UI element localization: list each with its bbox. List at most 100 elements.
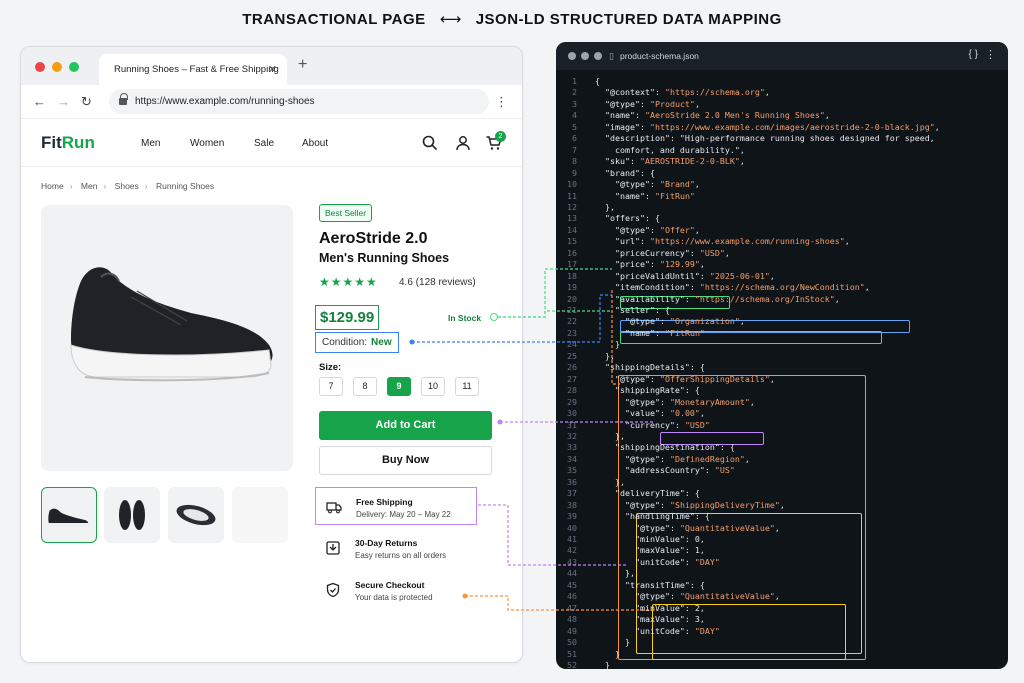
code-line: "offers": { bbox=[605, 213, 660, 224]
product-image[interactable] bbox=[41, 205, 293, 471]
code-line: }, bbox=[595, 568, 635, 579]
line-number: 24 bbox=[567, 339, 577, 350]
size-option[interactable]: 10 bbox=[421, 377, 445, 396]
breadcrumb: Home › Men › Shoes › Running Shoes bbox=[41, 181, 215, 191]
code-line: }, bbox=[595, 430, 625, 441]
code-line: "@type": "QuantitativeValue", bbox=[634, 591, 780, 602]
thumbnail-sole[interactable] bbox=[168, 487, 224, 543]
condition-value: New bbox=[371, 337, 392, 348]
line-number: 27 bbox=[567, 373, 577, 384]
line-number: 32 bbox=[567, 430, 577, 441]
forward-icon[interactable]: → bbox=[57, 94, 70, 109]
editor-dot[interactable] bbox=[568, 52, 576, 60]
code-line: } bbox=[595, 339, 620, 350]
heading-left: TRANSACTIONAL PAGE bbox=[242, 11, 426, 28]
line-number: 33 bbox=[567, 442, 577, 453]
line-number: 5 bbox=[572, 121, 577, 132]
maximize-window-dot[interactable] bbox=[69, 62, 79, 72]
shoe-side-image bbox=[70, 267, 273, 382]
more-menu-icon[interactable]: ⋮ bbox=[495, 94, 508, 110]
editor-menu-icon[interactable]: ⋮ bbox=[985, 48, 996, 61]
code-line: "@type": "DefinedRegion", bbox=[624, 453, 750, 464]
add-to-cart-button[interactable]: Add to Cart bbox=[319, 411, 492, 440]
code-line: "maxValue": 3, bbox=[634, 614, 705, 625]
thumbnail-side[interactable] bbox=[41, 487, 97, 543]
code-line: }, bbox=[595, 201, 615, 212]
site-logo[interactable]: FitRun bbox=[41, 133, 95, 153]
thumbnail-top[interactable] bbox=[104, 487, 160, 543]
thumbnail-empty[interactable] bbox=[232, 487, 288, 543]
nav-men[interactable]: Men bbox=[141, 138, 160, 149]
feature-free-shipping: Free Shipping Delivery: May 20 – May 22 bbox=[315, 487, 477, 525]
code-line: "name": "AeroStride 2.0 Men's Running Sh… bbox=[605, 110, 830, 121]
breadcrumb-men[interactable]: Men bbox=[81, 181, 98, 191]
line-number: 17 bbox=[567, 259, 577, 270]
rating-text[interactable]: 4.6 (128 reviews) bbox=[399, 277, 476, 288]
code-line: "maxValue": 1, bbox=[634, 545, 705, 556]
close-window-dot[interactable] bbox=[35, 62, 45, 72]
code-line: "brand": { bbox=[605, 167, 655, 178]
url-input[interactable]: https://www.example.com/running-shoes bbox=[109, 89, 489, 114]
code-line: } bbox=[595, 648, 620, 659]
code-line: "@type": "MonetaryAmount", bbox=[624, 396, 755, 407]
nav-women[interactable]: Women bbox=[190, 138, 224, 149]
lock-icon bbox=[119, 93, 128, 105]
code-line: "deliveryTime": { bbox=[614, 488, 700, 499]
code-line: "sku": "AEROSTRIDE-2-0-BLK", bbox=[605, 156, 745, 167]
line-number: 28 bbox=[567, 385, 577, 396]
new-tab-icon[interactable]: + bbox=[298, 56, 307, 74]
code-line: "@type": "QuantitativeValue", bbox=[634, 522, 780, 533]
logo-run: Run bbox=[61, 133, 95, 152]
file-icon: ▯ bbox=[609, 51, 614, 61]
buy-now-button[interactable]: Buy Now bbox=[319, 446, 492, 475]
cart-count-badge: 2 bbox=[495, 131, 506, 142]
code-line: "description": "High-performance running… bbox=[605, 133, 935, 144]
line-number: 41 bbox=[567, 534, 577, 544]
nav-sale[interactable]: Sale bbox=[254, 138, 274, 149]
code-line: "priceValidUntil": "2025-06-01", bbox=[614, 270, 775, 281]
code-line: "@type": "Brand", bbox=[614, 179, 700, 190]
line-number: 35 bbox=[567, 465, 577, 476]
size-option-selected[interactable]: 9 bbox=[387, 377, 411, 396]
feature-sub: Your data is protected bbox=[355, 593, 433, 602]
editor-filename[interactable]: product-schema.json bbox=[620, 51, 699, 61]
reload-icon[interactable]: ↻ bbox=[81, 94, 92, 110]
line-number: 36 bbox=[567, 476, 577, 487]
search-icon[interactable] bbox=[421, 134, 439, 152]
format-json-icon[interactable]: { } bbox=[969, 49, 978, 60]
url-text: https://www.example.com/running-shoes bbox=[135, 96, 315, 107]
size-option[interactable]: 7 bbox=[319, 377, 343, 396]
return-box-icon bbox=[326, 541, 340, 555]
code-editor: ▯ product-schema.json { } ⋮ 1 {2 "@contex… bbox=[556, 42, 1008, 669]
breadcrumb-home[interactable]: Home bbox=[41, 181, 64, 191]
size-option[interactable]: 8 bbox=[353, 377, 377, 396]
size-label: Size: bbox=[319, 362, 342, 373]
line-number: 6 bbox=[572, 133, 577, 144]
line-number: 2 bbox=[572, 87, 577, 98]
close-icon[interactable]: ✕ bbox=[268, 63, 277, 76]
product-subtitle: Men's Running Shoes bbox=[319, 251, 450, 265]
product-price: $129.99 bbox=[315, 305, 380, 330]
code-line: } bbox=[595, 659, 610, 669]
back-icon[interactable]: ← bbox=[33, 94, 46, 109]
editor-dot[interactable] bbox=[594, 52, 602, 60]
browser-tab[interactable]: Running Shoes – Fast & Free Shipping ✕ bbox=[99, 54, 287, 85]
line-number: 13 bbox=[567, 213, 577, 224]
breadcrumb-shoes[interactable]: Shoes bbox=[115, 181, 139, 191]
code-line: "currency": "USD" bbox=[624, 419, 710, 430]
editor-titlebar: ▯ product-schema.json { } ⋮ bbox=[556, 42, 1008, 70]
nav-about[interactable]: About bbox=[302, 138, 328, 149]
feature-title: Secure Checkout bbox=[355, 580, 425, 590]
size-option[interactable]: 11 bbox=[455, 377, 479, 396]
line-number: 39 bbox=[567, 511, 577, 522]
code-line: "unitCode": "DAY" bbox=[634, 625, 720, 636]
code-line: "price": "129.99", bbox=[614, 259, 705, 270]
editor-dot[interactable] bbox=[581, 52, 589, 60]
shoe-sole-icon bbox=[176, 504, 216, 526]
user-icon[interactable] bbox=[454, 134, 472, 152]
code-line: "transitTime": { bbox=[624, 579, 705, 590]
site-header: FitRun Men Women Sale About 2 bbox=[21, 119, 522, 167]
code-line: "@type": "ShippingDeliveryTime", bbox=[624, 499, 785, 510]
code-line: "minValue": 2, bbox=[634, 602, 705, 613]
minimize-window-dot[interactable] bbox=[52, 62, 62, 72]
